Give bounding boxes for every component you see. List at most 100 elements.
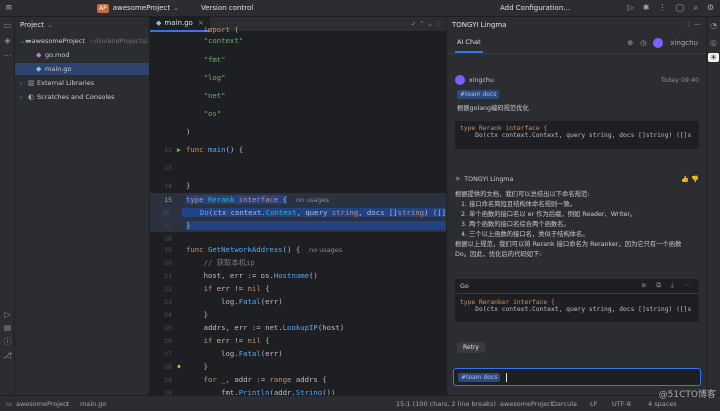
more-icon[interactable]: ⋮ — — [685, 20, 701, 28]
chevron-down-icon[interactable]: ⌄ — [173, 4, 179, 12]
code-line: 14} — [164, 181, 191, 190]
project-badge: AP — [97, 3, 109, 13]
hamburger-menu-icon[interactable]: ≡ — [5, 3, 15, 13]
avatar — [455, 75, 465, 85]
notifications-icon[interactable]: ◔ — [707, 21, 720, 30]
code-language-label: Go — [460, 282, 469, 290]
code-line: 28 ♦ } — [164, 362, 208, 371]
tree-item-awesome-project[interactable]: ⌄ ▬ awesomeProject ~/GolandProjects/... — [15, 35, 149, 47]
run-gutter-icon[interactable]: ▶ — [172, 146, 186, 154]
watermark: @51CTO博客 — [658, 390, 716, 400]
run-tool-icon[interactable]: ▷ — [0, 310, 15, 319]
status-bar: ▭ awesomeProject › main.go 15:1 (100 cha… — [0, 395, 720, 411]
tree-item-label: Scratches and Consoles — [37, 93, 115, 101]
feedback-icons[interactable]: 👍 👎 — [681, 175, 699, 183]
code-line: "context" — [203, 36, 244, 45]
list-item: 2. 单个函数的接口名以 er 作为后缀，例如 Reader、Writer。 — [461, 211, 637, 218]
commit-icon[interactable]: ◈ — [0, 36, 15, 45]
code-area[interactable]: import ( "context" "fmt" "log" "net" "os… — [150, 25, 446, 397]
library-icon: ▥ — [28, 79, 35, 87]
code-line: 29 for _, addr := range addrs { — [164, 375, 327, 384]
go-file-icon: ◆ — [36, 65, 42, 73]
run-configuration-button[interactable]: Add Configuration... — [500, 4, 570, 12]
usage-hint[interactable]: no usages — [296, 196, 329, 204]
code-line: "net" — [203, 91, 226, 100]
code-block-actions[interactable]: ⊕ ⧉ ⤓ ⋯ — [641, 282, 694, 290]
structure-icon[interactable]: ⋯ — [0, 51, 15, 60]
code-line: 13 — [164, 163, 172, 172]
code-line: 27 log.Fatal(err) — [164, 349, 283, 358]
status-file[interactable]: main.go — [80, 400, 106, 408]
user-code-block: type Rerank interface { Do(ctx context.C… — [455, 121, 699, 149]
problems-icon[interactable]: ⓘ — [0, 336, 15, 347]
lingma-tool-icon[interactable]: ✳ — [708, 53, 719, 62]
avatar[interactable] — [653, 37, 664, 48]
tree-item-scratches[interactable]: › ◐ Scratches and Consoles — [15, 91, 149, 103]
debug-icon[interactable]: ✱ — [643, 3, 650, 13]
chevron-down-icon[interactable]: ⌄ — [47, 21, 53, 29]
list-item: 4. 三个以上函数的接口名，类似于结构体名。 — [461, 231, 589, 238]
database-icon[interactable]: ◎ — [707, 38, 720, 47]
history-icon[interactable]: ◷ — [640, 39, 646, 47]
code-line: 20 // 获取本机ip — [164, 257, 255, 267]
chevron-right-icon[interactable]: › — [20, 94, 28, 101]
tree-item-label: External Libraries — [37, 79, 95, 87]
status-cursor-position[interactable]: 15:1 (100 chars, 2 line breaks) — [396, 400, 496, 408]
chat-input[interactable]: #team docs — [453, 368, 701, 386]
terminal-icon[interactable]: ▤ — [0, 323, 15, 332]
search-icon[interactable]: ⌕ — [693, 3, 697, 13]
context-chip[interactable]: #team docs — [458, 372, 501, 382]
title-bar: ≡ AP awesomeProject ⌄ Version control Ad… — [0, 0, 720, 17]
message-time: Today 09:40 — [660, 76, 699, 84]
status-theme[interactable]: Darcula — [552, 400, 577, 408]
tree-item-label: main.go — [45, 65, 72, 73]
tree-item-label: go.mod — [45, 51, 70, 59]
context-chip[interactable]: #team docs — [457, 90, 500, 99]
status-module[interactable]: awesomeProject — [500, 400, 553, 408]
code-line: 22 if err != nil { — [164, 284, 270, 293]
lightbulb-icon[interactable]: ♦ — [172, 363, 186, 371]
message-text: 根据以上规范，我们可以将 Rerank 接口命名为 Reranker，因为它只有… — [455, 241, 682, 248]
status-indent[interactable]: 4 spaces — [648, 400, 677, 408]
account-icon[interactable]: ◯ — [675, 3, 684, 13]
code-editor: ◆ main.go × ✓ ⌃ ⌄ ⋮ import ( "context" "… — [150, 16, 446, 397]
code-line: 25 addrs, err := net.LookupIP(host) — [164, 323, 345, 332]
list-item: 3. 两个函数的接口名综合两个函数名。 — [461, 221, 570, 228]
code-line-selected: 16 Do(ctx context.Context, query string,… — [150, 206, 446, 219]
code-line: 23 log.Fatal(err) — [164, 297, 283, 306]
tab-ai-chat[interactable]: AI Chat — [455, 33, 483, 53]
tree-item-path: ~/GolandProjects/... — [88, 37, 149, 45]
project-panel: Project ⌄ ⌄ ▬ awesomeProject ~/GolandProj… — [15, 17, 150, 395]
status-line-separator[interactable]: LF — [590, 400, 597, 408]
user-message: xingchu Today 09:40 #team docs 根据golang编… — [455, 75, 699, 149]
new-chat-icon[interactable]: ⊕ — [627, 39, 633, 47]
project-switcher[interactable]: awesomeProject — [113, 4, 170, 12]
user-name[interactable]: xingchu — [670, 39, 698, 47]
version-control-menu[interactable]: Version control — [201, 4, 253, 12]
settings-icon[interactable]: ⚙ — [707, 3, 714, 13]
folder-icon[interactable]: ▭ — [0, 21, 15, 30]
code-line: "log" — [203, 73, 226, 82]
code-line: "fmt" — [203, 55, 226, 64]
status-project[interactable]: awesomeProject — [16, 400, 69, 408]
folder-icon: ▬ — [25, 37, 32, 45]
code-line: 24 } — [164, 310, 208, 319]
git-icon[interactable]: ⎇ — [0, 351, 15, 360]
chevron-right-icon[interactable]: › — [20, 80, 28, 87]
more-icon[interactable]: ⋮ — [658, 3, 666, 13]
project-panel-header[interactable]: Project ⌄ — [15, 17, 149, 32]
tree-item-main-go[interactable]: ◆ main.go — [15, 63, 149, 75]
chat-panel-title: TONGYI Lingma — [452, 20, 507, 29]
code-line: 12 ▶ func main() { — [164, 145, 244, 154]
retry-button[interactable]: Retry — [457, 342, 485, 353]
code-line: ) — [186, 127, 191, 136]
tree-item-external-libraries[interactable]: › ▥ External Libraries — [15, 77, 149, 89]
scratches-icon: ◐ — [28, 93, 35, 101]
run-icon[interactable]: ▷ — [628, 3, 634, 13]
tree-item-go-mod[interactable]: ◆ go.mod — [15, 49, 149, 61]
chat-tab-bar: AI Chat ⊕ ◷ xingchu — [447, 32, 706, 54]
code-line-selected: 17} — [150, 219, 446, 232]
status-project-icon[interactable]: ▭ — [6, 400, 12, 408]
status-encoding[interactable]: UTF-8 — [612, 400, 631, 408]
code-line: 26 if err != nil { — [164, 336, 270, 345]
